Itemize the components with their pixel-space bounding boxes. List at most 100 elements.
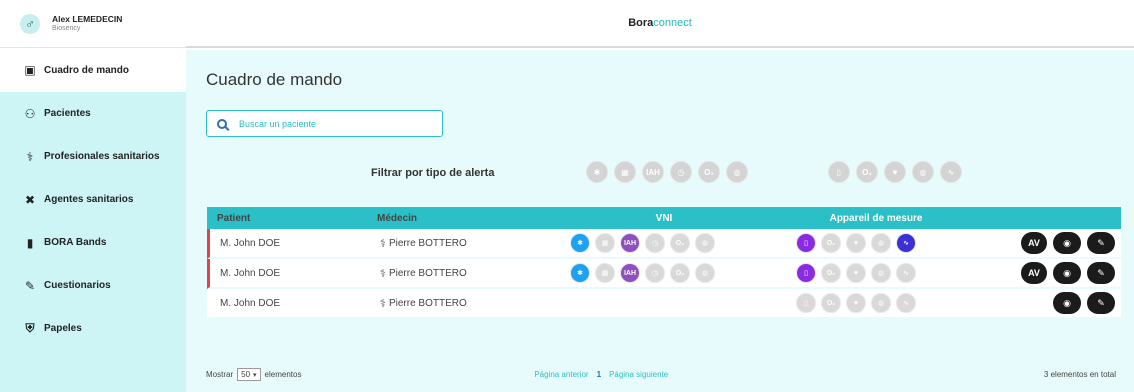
lungs-alert-icon[interactable]: ◍ bbox=[695, 233, 715, 253]
view-eye-icon[interactable]: ◉ bbox=[1053, 232, 1081, 254]
patient-name[interactable]: M. John DOE bbox=[210, 238, 370, 249]
view-eye-icon[interactable]: ◉ bbox=[1053, 292, 1081, 314]
row-actions: AV ◉ ✎ bbox=[974, 262, 1121, 284]
top-bar: Bora connect bbox=[186, 0, 1134, 48]
table-row[interactable]: M. John DOE ⚕ Pierre BOTTERO ✱ ▦ IAH ◷ O… bbox=[207, 229, 1121, 259]
iah-alert-icon[interactable]: IAH bbox=[620, 233, 640, 253]
filter-lungs-icon[interactable]: ◍ bbox=[912, 161, 934, 183]
page-title: Cuadro de mando bbox=[206, 70, 343, 89]
table-row[interactable]: M. John DOE ⚕ Pierre BOTTERO ✱ ▦ IAH ◷ O… bbox=[207, 259, 1121, 289]
vni-alerts: ✱ ▦ IAH ◷ O₂ ◍ bbox=[550, 233, 784, 253]
grid-alert-icon[interactable]: ▦ bbox=[595, 263, 615, 283]
total-count: 3 elementos en total bbox=[1043, 370, 1116, 379]
filter-device-group: ▯ O₂ ♥ ◍ ∿ bbox=[828, 161, 962, 183]
o2-alert-icon[interactable]: O₂ bbox=[670, 233, 690, 253]
heart-alert-icon[interactable]: ♥ bbox=[846, 263, 866, 283]
previous-page-link[interactable]: Página anterior bbox=[534, 370, 588, 379]
heart-alert-icon[interactable]: ♥ bbox=[846, 233, 866, 253]
elements-label: elementos bbox=[264, 370, 302, 379]
view-eye-icon[interactable]: ◉ bbox=[1053, 262, 1081, 284]
stethoscope-icon: ⚕ bbox=[380, 237, 386, 250]
sidebar-item-questionnaires[interactable]: ✎ Cuestionarios bbox=[0, 264, 186, 307]
av-button[interactable]: AV bbox=[1021, 262, 1047, 284]
filter-band-icon[interactable]: ▯ bbox=[828, 161, 850, 183]
filter-lungs-icon[interactable]: ◍ bbox=[726, 161, 748, 183]
vni-alerts: ✱ ▦ IAH ◷ O₂ ◍ bbox=[550, 263, 784, 283]
filter-iah-icon[interactable]: IAH bbox=[642, 161, 664, 183]
band-alert-icon[interactable]: ▯ bbox=[796, 293, 816, 313]
filter-ventilation-icon[interactable]: ✱ bbox=[586, 161, 608, 183]
o2-alert-icon[interactable]: O₂ bbox=[821, 263, 841, 283]
sidebar-item-dashboard[interactable]: ▣ Cuadro de mando bbox=[0, 48, 186, 92]
band-alert-icon[interactable]: ▯ bbox=[796, 233, 816, 253]
sidebar-item-patients[interactable]: ⚇ Pacientes bbox=[0, 92, 186, 135]
sidebar-item-roles[interactable]: ⛨ Papeles bbox=[0, 307, 186, 350]
stethoscope-icon: ⚕ bbox=[380, 297, 386, 310]
column-header-doctor[interactable]: Médecin bbox=[367, 213, 547, 224]
av-button[interactable]: AV bbox=[1021, 232, 1047, 254]
sidebar-item-health-professionals[interactable]: ⚕ Profesionales sanitarios bbox=[0, 135, 186, 178]
patient-name[interactable]: M. John DOE bbox=[210, 298, 370, 309]
shield-icon: ⛨ bbox=[25, 321, 35, 335]
search-box[interactable] bbox=[206, 110, 443, 137]
current-page[interactable]: 1 bbox=[597, 370, 601, 379]
filter-o2-icon[interactable]: O₂ bbox=[856, 161, 878, 183]
lungs-alert-icon[interactable]: ◍ bbox=[695, 263, 715, 283]
user-profile[interactable]: ♂ Alex LEMEDECIN Biosency bbox=[0, 0, 186, 48]
sidebar-item-bora-bands[interactable]: ▮ BORA Bands bbox=[0, 221, 186, 264]
filter-grid-icon[interactable]: ▦ bbox=[614, 161, 636, 183]
o2-alert-icon[interactable]: O₂ bbox=[821, 293, 841, 313]
doctor-cell: ⚕ Pierre BOTTERO bbox=[370, 237, 550, 250]
next-page-link[interactable]: Página siguiente bbox=[609, 370, 668, 379]
lungs-alert-icon[interactable]: ◍ bbox=[871, 233, 891, 253]
column-header-patient[interactable]: Patient bbox=[207, 213, 367, 224]
doctor-name: Pierre BOTTERO bbox=[388, 237, 467, 249]
doctor-cell: ⚕ Pierre BOTTERO bbox=[370, 297, 550, 310]
band-icon: ▮ bbox=[26, 235, 34, 250]
table-footer: Mostrar 50 ▾ elementos Página anterior 1… bbox=[206, 368, 1116, 381]
page-size-select[interactable]: 50 ▾ bbox=[237, 368, 261, 381]
patient-name[interactable]: M. John DOE bbox=[210, 268, 370, 279]
o2-alert-icon[interactable]: O₂ bbox=[821, 233, 841, 253]
clock-alert-icon[interactable]: ◷ bbox=[645, 233, 665, 253]
ventilation-alert-icon[interactable]: ✱ bbox=[570, 263, 590, 283]
doctor-cell: ⚕ Pierre BOTTERO bbox=[370, 267, 550, 280]
filter-pulse-icon[interactable]: ∿ bbox=[940, 161, 962, 183]
table-row[interactable]: M. John DOE ⚕ Pierre BOTTERO ▯ O₂ ♥ ◍ ∿ … bbox=[207, 289, 1121, 319]
doctor-name: Pierre BOTTERO bbox=[388, 297, 467, 309]
sidebar-item-health-agents[interactable]: ✖ Agentes sanitarios bbox=[0, 178, 186, 221]
filter-vni-group: ✱ ▦ IAH ◷ O₂ ◍ bbox=[586, 161, 748, 183]
pulse-alert-icon[interactable]: ∿ bbox=[896, 263, 916, 283]
sidebar-item-label: Pacientes bbox=[44, 108, 91, 119]
sidebar-item-label: BORA Bands bbox=[44, 237, 107, 248]
filter-clock-icon[interactable]: ◷ bbox=[670, 161, 692, 183]
sidebar-item-label: Profesionales sanitarios bbox=[44, 151, 160, 162]
column-header-device: Appareil de mesure bbox=[829, 212, 923, 224]
filter-o2-icon[interactable]: O₂ bbox=[698, 161, 720, 183]
edit-note-icon[interactable]: ✎ bbox=[1087, 262, 1115, 284]
pulse-alert-icon[interactable]: ∿ bbox=[896, 293, 916, 313]
search-input[interactable] bbox=[239, 118, 419, 129]
clock-alert-icon[interactable]: ◷ bbox=[645, 263, 665, 283]
grid-alert-icon[interactable]: ▦ bbox=[595, 233, 615, 253]
pulse-alert-icon[interactable]: ∿ bbox=[896, 233, 916, 253]
stethoscope-icon: ⚕ bbox=[26, 149, 34, 164]
lungs-alert-icon[interactable]: ◍ bbox=[871, 293, 891, 313]
brand-logo-light: connect bbox=[653, 17, 692, 29]
tools-icon: ✖ bbox=[24, 192, 36, 207]
brand-logo-bold: Bora bbox=[628, 17, 654, 29]
iah-alert-icon[interactable]: IAH bbox=[620, 263, 640, 283]
stethoscope-icon: ⚕ bbox=[380, 267, 386, 280]
edit-note-icon[interactable]: ✎ bbox=[1087, 232, 1115, 254]
sidebar: ♂ Alex LEMEDECIN Biosency ▣ Cuadro de ma… bbox=[0, 0, 186, 392]
chevron-down-icon: ▾ bbox=[253, 371, 257, 379]
lungs-alert-icon[interactable]: ◍ bbox=[871, 263, 891, 283]
filter-heart-icon[interactable]: ♥ bbox=[884, 161, 906, 183]
edit-note-icon[interactable]: ✎ bbox=[1087, 292, 1115, 314]
heart-alert-icon[interactable]: ♥ bbox=[846, 293, 866, 313]
o2-alert-icon[interactable]: O₂ bbox=[670, 263, 690, 283]
patients-table: Patient Médecin VNI Appareil de mesure M… bbox=[207, 207, 1121, 319]
ventilation-alert-icon[interactable]: ✱ bbox=[570, 233, 590, 253]
calendar-icon: ▣ bbox=[24, 63, 36, 77]
band-alert-icon[interactable]: ▯ bbox=[796, 263, 816, 283]
